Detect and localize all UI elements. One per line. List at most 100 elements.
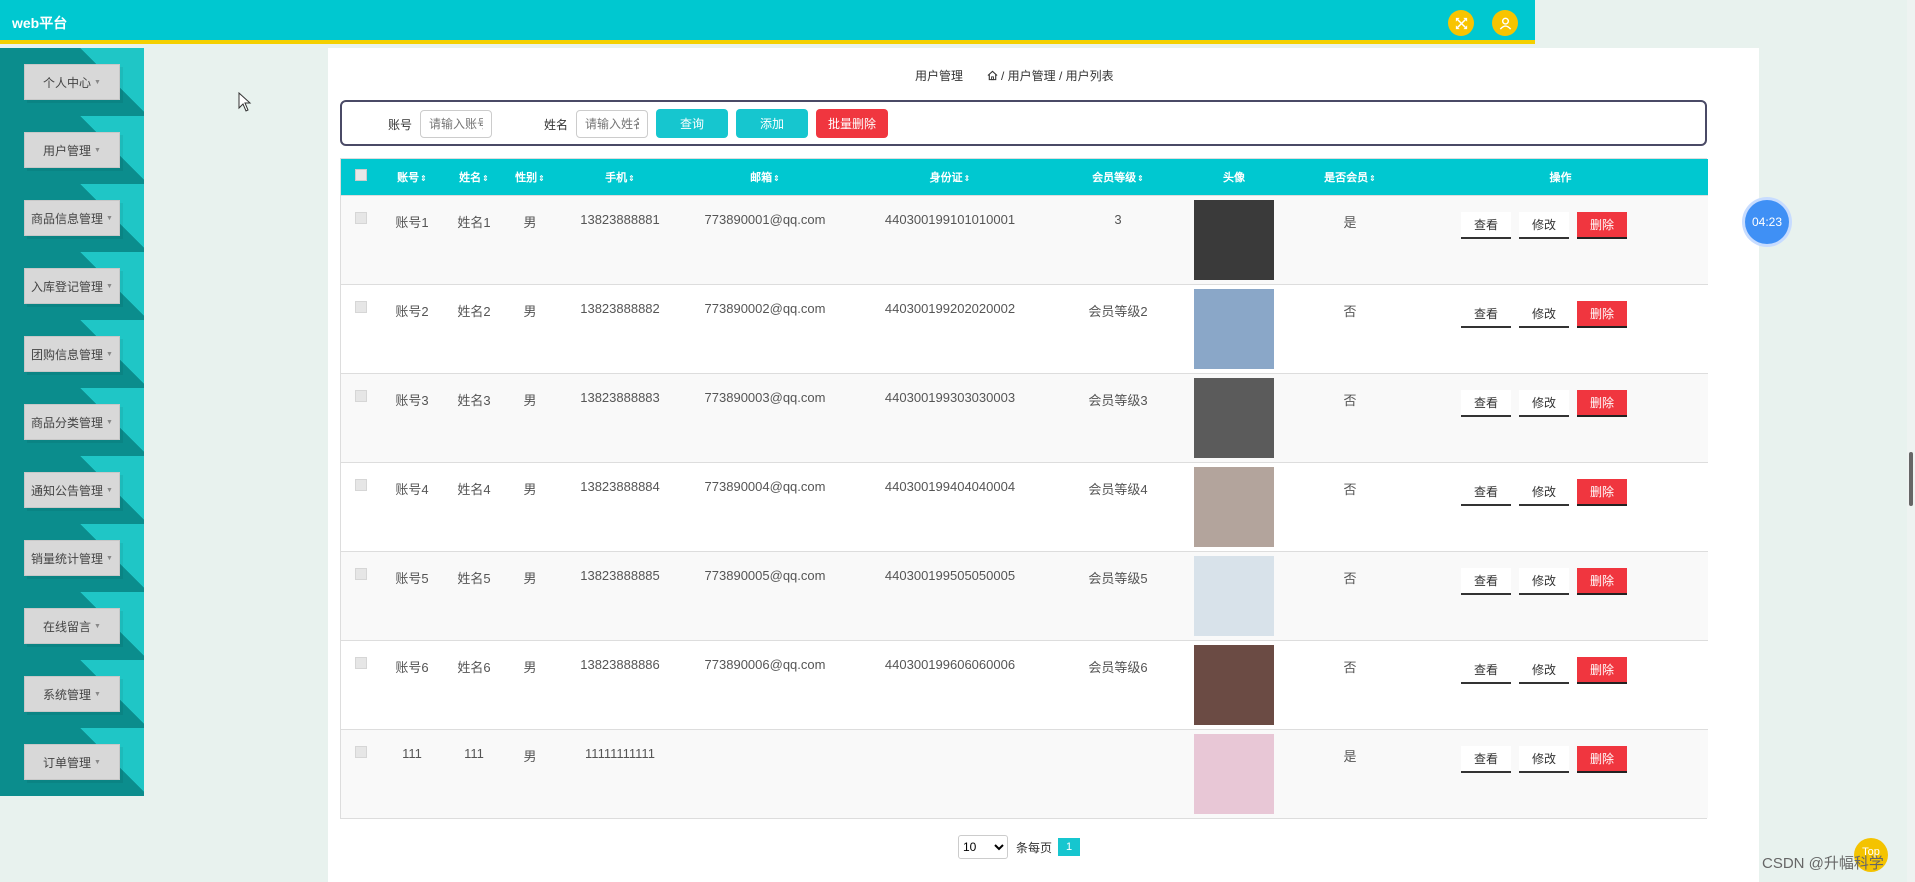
sort-icon: ⇕ (773, 173, 780, 183)
avatar[interactable] (1194, 199, 1274, 280)
account-search-input[interactable] (420, 110, 492, 138)
row-checkbox[interactable] (355, 567, 367, 580)
scrollbar-thumb[interactable] (1909, 452, 1913, 506)
row-checkbox[interactable] (355, 478, 367, 491)
sidebar-item-group-buy[interactable]: 团购信息管理 ▼ (0, 320, 144, 388)
column-header-phone[interactable]: 手机⇕ (555, 159, 685, 195)
avatar[interactable] (1194, 466, 1274, 547)
row-select-cell (341, 195, 381, 284)
view-button[interactable]: 查看 (1461, 389, 1511, 417)
cell-member: 否 (1343, 392, 1357, 408)
cell-phone: 11111111111 (585, 745, 655, 761)
row-checkbox[interactable] (355, 656, 367, 669)
table-row: 111 111 男 11111111111 是 查看 修改 删除 (341, 729, 1708, 818)
user-button[interactable] (1492, 10, 1518, 36)
sidebar-item-stock-in[interactable]: 入库登记管理 ▼ (0, 252, 144, 320)
row-checkbox[interactable] (355, 300, 367, 313)
chevron-down-icon: ▼ (94, 690, 101, 698)
sidebar-item-button[interactable]: 通知公告管理 ▼ (24, 472, 120, 508)
avatar[interactable] (1194, 377, 1274, 458)
cell-gender: 男 (523, 659, 537, 675)
column-header-member[interactable]: 是否会员⇕ (1287, 159, 1413, 195)
sidebar-item-button[interactable]: 在线留言 ▼ (24, 608, 120, 644)
timer-badge[interactable]: 04:23 (1745, 200, 1789, 244)
column-header-gender[interactable]: 性别⇕ (505, 159, 555, 195)
cell-email: 773890001@qq.com (704, 211, 826, 227)
delete-button[interactable]: 删除 (1577, 656, 1627, 684)
view-button[interactable]: 查看 (1461, 656, 1511, 684)
home-icon[interactable] (987, 70, 998, 81)
name-search-input[interactable] (576, 110, 648, 138)
edit-button[interactable]: 修改 (1519, 211, 1569, 239)
avatar[interactable] (1194, 555, 1274, 636)
cell-level: 会员等级6 (1088, 659, 1148, 675)
cell-account: 账号3 (395, 392, 429, 408)
breadcrumb-section: 用户管理 (915, 69, 964, 83)
sidebar-item-sales-stats[interactable]: 销量统计管理 ▼ (0, 524, 144, 592)
column-header-name[interactable]: 姓名⇕ (443, 159, 505, 195)
delete-button[interactable]: 删除 (1577, 745, 1627, 773)
sidebar-item-button[interactable]: 订单管理 ▼ (24, 744, 120, 780)
edit-button[interactable]: 修改 (1519, 745, 1569, 773)
edit-button[interactable]: 修改 (1519, 567, 1569, 595)
avatar[interactable] (1194, 644, 1274, 725)
sidebar-item-personal-center[interactable]: 个人中心 ▼ (0, 48, 144, 116)
cell-phone: 13823888886 (580, 656, 660, 672)
sidebar-item-button[interactable]: 系统管理 ▼ (24, 676, 120, 712)
column-header-account[interactable]: 账号⇕ (381, 159, 443, 195)
avatar[interactable] (1194, 733, 1274, 814)
select-all-header (341, 159, 381, 195)
cell-gender: 男 (523, 392, 537, 408)
view-button[interactable]: 查看 (1461, 478, 1511, 506)
avatar[interactable] (1194, 288, 1274, 369)
sidebar-item-button[interactable]: 用户管理 ▼ (24, 132, 120, 168)
cell-member: 否 (1343, 659, 1357, 675)
scrollbar[interactable] (1907, 0, 1915, 882)
sort-icon: ⇕ (420, 173, 427, 183)
sidebar-item-product-info[interactable]: 商品信息管理 ▼ (0, 184, 144, 252)
edit-button[interactable]: 修改 (1519, 478, 1569, 506)
view-button[interactable]: 查看 (1461, 211, 1511, 239)
page-number-button[interactable]: 1 (1058, 838, 1081, 856)
sidebar-item-messages[interactable]: 在线留言 ▼ (0, 592, 144, 660)
sidebar-item-orders[interactable]: 订单管理 ▼ (0, 728, 144, 796)
edit-button[interactable]: 修改 (1519, 389, 1569, 417)
delete-button[interactable]: 删除 (1577, 300, 1627, 328)
batch-delete-button[interactable]: 批量删除 (816, 109, 888, 138)
delete-button[interactable]: 删除 (1577, 478, 1627, 506)
row-checkbox[interactable] (355, 211, 367, 224)
sidebar-item-users[interactable]: 用户管理 ▼ (0, 116, 144, 184)
sidebar-item-button[interactable]: 入库登记管理 ▼ (24, 268, 120, 304)
column-header-id-card[interactable]: 身份证⇕ (845, 159, 1055, 195)
sidebar-item-category[interactable]: 商品分类管理 ▼ (0, 388, 144, 456)
select-all-checkbox[interactable] (355, 169, 367, 182)
add-button[interactable]: 添加 (736, 109, 808, 138)
sidebar-item-button[interactable]: 商品信息管理 ▼ (24, 200, 120, 236)
fullscreen-button[interactable] (1448, 10, 1474, 36)
cell-member: 否 (1343, 481, 1357, 497)
delete-button[interactable]: 删除 (1577, 567, 1627, 595)
sidebar-item-notice[interactable]: 通知公告管理 ▼ (0, 456, 144, 524)
edit-button[interactable]: 修改 (1519, 300, 1569, 328)
query-button[interactable]: 查询 (656, 109, 728, 138)
sidebar-item-button[interactable]: 商品分类管理 ▼ (24, 404, 120, 440)
sidebar-item-button[interactable]: 个人中心 ▼ (24, 64, 120, 100)
row-checkbox[interactable] (355, 745, 367, 758)
cell-actions: 查看 修改 删除 (1413, 640, 1708, 729)
delete-button[interactable]: 删除 (1577, 211, 1627, 239)
edit-button[interactable]: 修改 (1519, 656, 1569, 684)
sidebar: 个人中心 ▼ 用户管理 ▼ 商品信息管理 ▼ 入库登记管理 ▼ 团购信息管理 ▼ (0, 48, 144, 796)
sidebar-item-button[interactable]: 团购信息管理 ▼ (24, 336, 120, 372)
column-header-level[interactable]: 会员等级⇕ (1055, 159, 1181, 195)
view-button[interactable]: 查看 (1461, 567, 1511, 595)
page-size-select[interactable]: 10 (958, 835, 1008, 859)
sidebar-item-system[interactable]: 系统管理 ▼ (0, 660, 144, 728)
row-checkbox[interactable] (355, 389, 367, 402)
view-button[interactable]: 查看 (1461, 300, 1511, 328)
view-button[interactable]: 查看 (1461, 745, 1511, 773)
delete-button[interactable]: 删除 (1577, 389, 1627, 417)
sidebar-item-label: 团购信息管理 (31, 347, 104, 362)
sidebar-item-button[interactable]: 销量统计管理 ▼ (24, 540, 120, 576)
column-header-email[interactable]: 邮箱⇕ (685, 159, 845, 195)
cell-account: 账号6 (395, 659, 429, 675)
